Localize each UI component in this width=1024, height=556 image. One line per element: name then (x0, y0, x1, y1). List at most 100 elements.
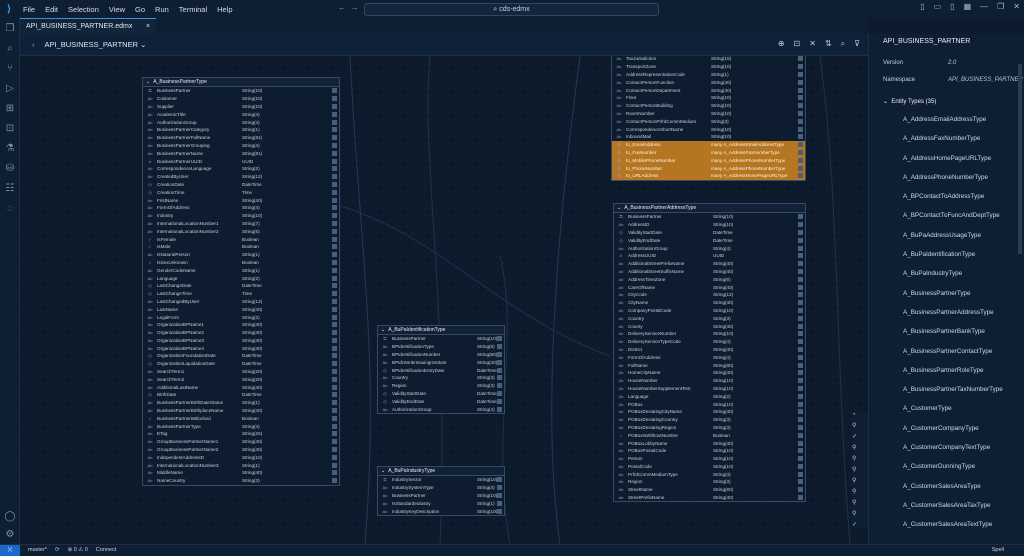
connector-handle[interactable] (798, 245, 803, 251)
mini-tool-icon[interactable]: ✓ (852, 521, 868, 528)
connector-handle[interactable] (798, 432, 803, 438)
connector-handle[interactable] (497, 390, 502, 396)
connector-handle[interactable] (798, 110, 803, 116)
connector-handle[interactable] (798, 118, 803, 124)
connector-handle[interactable] (798, 370, 803, 376)
property-row[interactable]: Ab BusinessPartner String(10) (378, 492, 504, 500)
layout-icon[interactable]: ▯ (920, 2, 924, 11)
property-row[interactable]: ✓ IsMale Boolean (143, 243, 339, 251)
connector-handle[interactable] (332, 431, 337, 437)
property-row[interactable]: Ab SearchTerm2 String(20) (143, 375, 339, 383)
property-row[interactable]: Ab POBoxDeviatingRegion String(3) (614, 424, 805, 432)
property-row[interactable]: Ab FormOfAddress String(4) (143, 204, 339, 212)
connector-handle[interactable] (798, 479, 803, 485)
property-row[interactable]: Ab LastName String(40) (143, 305, 339, 313)
connector-handle[interactable] (798, 346, 803, 352)
property-row[interactable]: Ab InternationalLocationNumber3 String(1) (143, 461, 339, 469)
property-row[interactable]: Ab County String(40) (614, 322, 805, 330)
property-row[interactable]: Ab BPIdentificationNumber String(60) (378, 351, 504, 359)
connector-handle[interactable] (497, 398, 502, 404)
connector-handle[interactable] (798, 456, 803, 462)
connector-handle[interactable] (798, 237, 803, 243)
entity-type-item[interactable]: A_BusinessPartnerType (903, 290, 1003, 309)
menu-item[interactable]: File (23, 5, 35, 14)
property-row[interactable]: Ab CompanyPostalCode String(10) (614, 307, 805, 315)
property-row[interactable]: Ab InternationalLocationNumber2 String(5) (143, 227, 339, 235)
entity-type-item[interactable]: A_BuPaIdentificationType (903, 251, 1003, 270)
property-row[interactable]: ⚿ BusinessPartner String(10) (378, 335, 504, 343)
settings-gear-icon[interactable]: ⚙ (0, 524, 20, 544)
entity-header[interactable]: ⌄ A_BusinessPartnerType (143, 78, 339, 87)
property-row[interactable]: Ab ContactPersonBuilding String(10) (612, 102, 805, 110)
testing-icon[interactable]: ⚗ (0, 138, 20, 158)
property-row[interactable]: Ab CityName String(40) (614, 299, 805, 307)
property-row[interactable]: Ab RoomNumber String(10) (612, 110, 805, 118)
connector-handle[interactable] (798, 103, 803, 109)
minimize-button[interactable]: — (980, 2, 988, 11)
layout-tool-icon[interactable]: ⊕ (778, 39, 785, 49)
connector-handle[interactable] (798, 149, 803, 155)
property-row[interactable]: Ab SearchTerm1 String(20) (143, 368, 339, 376)
remote-icon[interactable]: ⊡ (0, 118, 20, 138)
property-row[interactable]: # BusinessPartnerUUID UUID (143, 157, 339, 165)
navigation-row[interactable]: ⛓ to_EmailAddress many A_AddressEmailAddre… (612, 140, 805, 149)
close-icon[interactable]: × (146, 23, 150, 30)
property-row[interactable]: Ab BusinessPartnerCategory String(1) (143, 126, 339, 134)
connector-handle[interactable] (798, 362, 803, 368)
connector-handle[interactable] (497, 383, 502, 389)
property-row[interactable]: ◷ ValidityEndDate DateTime (614, 236, 805, 244)
property-row[interactable]: Ab POBox String(10) (614, 400, 805, 408)
connector-handle[interactable] (332, 330, 337, 336)
property-row[interactable]: Ab BusinessPartnerGrouping String(4) (143, 142, 339, 150)
layout-icon[interactable]: ▦ (964, 2, 972, 11)
property-row[interactable]: ◷ ValidityEndDate DateTime (378, 397, 504, 405)
property-row[interactable]: ⚿ BusinessPartner String(10) (614, 213, 805, 221)
connector-handle[interactable] (497, 344, 502, 350)
connector-handle[interactable] (332, 158, 337, 164)
connector-handle[interactable] (332, 244, 337, 250)
connector-handle[interactable] (798, 448, 803, 454)
property-row[interactable]: Ab CorrespondenceShortName String(10) (612, 125, 805, 133)
tab-edmx[interactable]: API_BUSINESS_PARTNER.edmx × (20, 18, 156, 34)
connector-handle[interactable] (332, 119, 337, 125)
property-row[interactable]: ◷ OrganizationLiquidationDate DateTime (143, 360, 339, 368)
property-row[interactable]: Ab FirstName String(40) (143, 196, 339, 204)
entity-type-item[interactable]: A_AddressPhoneNumberType (903, 174, 1003, 193)
property-row[interactable]: Ab Language String(2) (143, 274, 339, 282)
property-row[interactable]: Ab HomeCityName String(40) (614, 369, 805, 377)
close-window-button[interactable]: ✕ (1013, 2, 1020, 11)
connect-status[interactable]: Connect (96, 547, 117, 553)
property-row[interactable]: Ab GroupBusinessPartnerName1 String(40) (143, 438, 339, 446)
connector-handle[interactable] (497, 492, 502, 498)
layout-icon[interactable]: ▯ (950, 2, 954, 11)
property-row[interactable]: Ab District String(40) (614, 346, 805, 354)
property-row[interactable]: Ab PostalCode String(10) (614, 463, 805, 471)
connector-handle[interactable] (332, 470, 337, 476)
connector-handle[interactable] (497, 359, 502, 365)
connector-handle[interactable] (332, 88, 337, 94)
property-row[interactable]: Ab GroupBusinessPartnerName2 String(40) (143, 446, 339, 454)
branch-status[interactable]: master* (28, 547, 47, 553)
back-arrow-icon[interactable]: ‹ (32, 40, 35, 49)
entity-type-item[interactable]: A_BusinessPartnerTaxNumberType (903, 386, 1003, 405)
property-row[interactable]: Ab NameCountry String(3) (143, 477, 339, 485)
entity-type-item[interactable]: A_BuPaAddressUsageType (903, 232, 1003, 251)
connector-handle[interactable] (798, 401, 803, 407)
property-row[interactable]: Ab HouseNumberSupplementText String(10) (614, 385, 805, 393)
property-row[interactable]: ⚿ BusinessPartner String(10) (143, 87, 339, 95)
connector-handle[interactable] (332, 353, 337, 359)
connector-handle[interactable] (798, 142, 803, 148)
connector-handle[interactable] (798, 292, 803, 298)
property-row[interactable]: Ab BusinessPartnerType String(4) (143, 422, 339, 430)
breadcrumb[interactable]: API_BUSINESS_PARTNER ⌄ (45, 40, 147, 49)
connector-handle[interactable] (798, 229, 803, 235)
connector-handle[interactable] (798, 71, 803, 77)
window-controls[interactable]: ▯ ▭ ▯ ▦ — ❐ ✕ (920, 2, 1020, 11)
property-row[interactable]: Ab IsStandardIndustry String(1) (378, 499, 504, 507)
property-row[interactable]: Ab ContactPersonFunction String(40) (612, 78, 805, 86)
connector-handle[interactable] (798, 253, 803, 259)
property-row[interactable]: ◷ LastChangeDate DateTime (143, 282, 339, 290)
connector-handle[interactable] (798, 323, 803, 329)
database-icon[interactable]: ⛁ (0, 158, 20, 178)
panel-scrollbar[interactable] (1018, 64, 1022, 254)
